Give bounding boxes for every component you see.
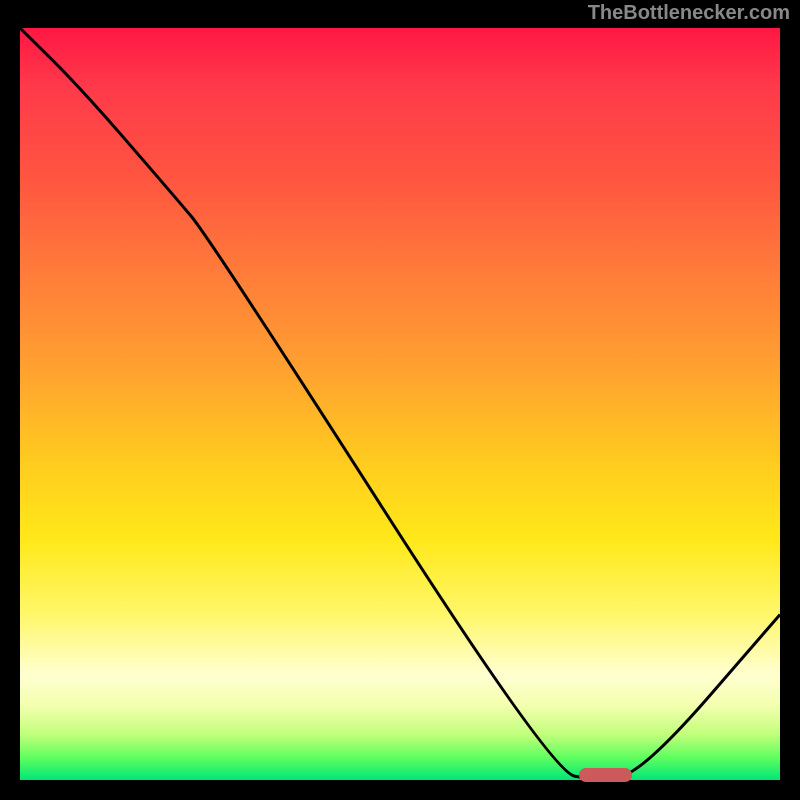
chart-curve (20, 28, 780, 780)
chart-plot-area (20, 28, 780, 780)
chart-curve-path (20, 28, 780, 778)
attribution-text: TheBottlenecker.com (588, 2, 790, 25)
chart-marker-pill (579, 768, 632, 782)
